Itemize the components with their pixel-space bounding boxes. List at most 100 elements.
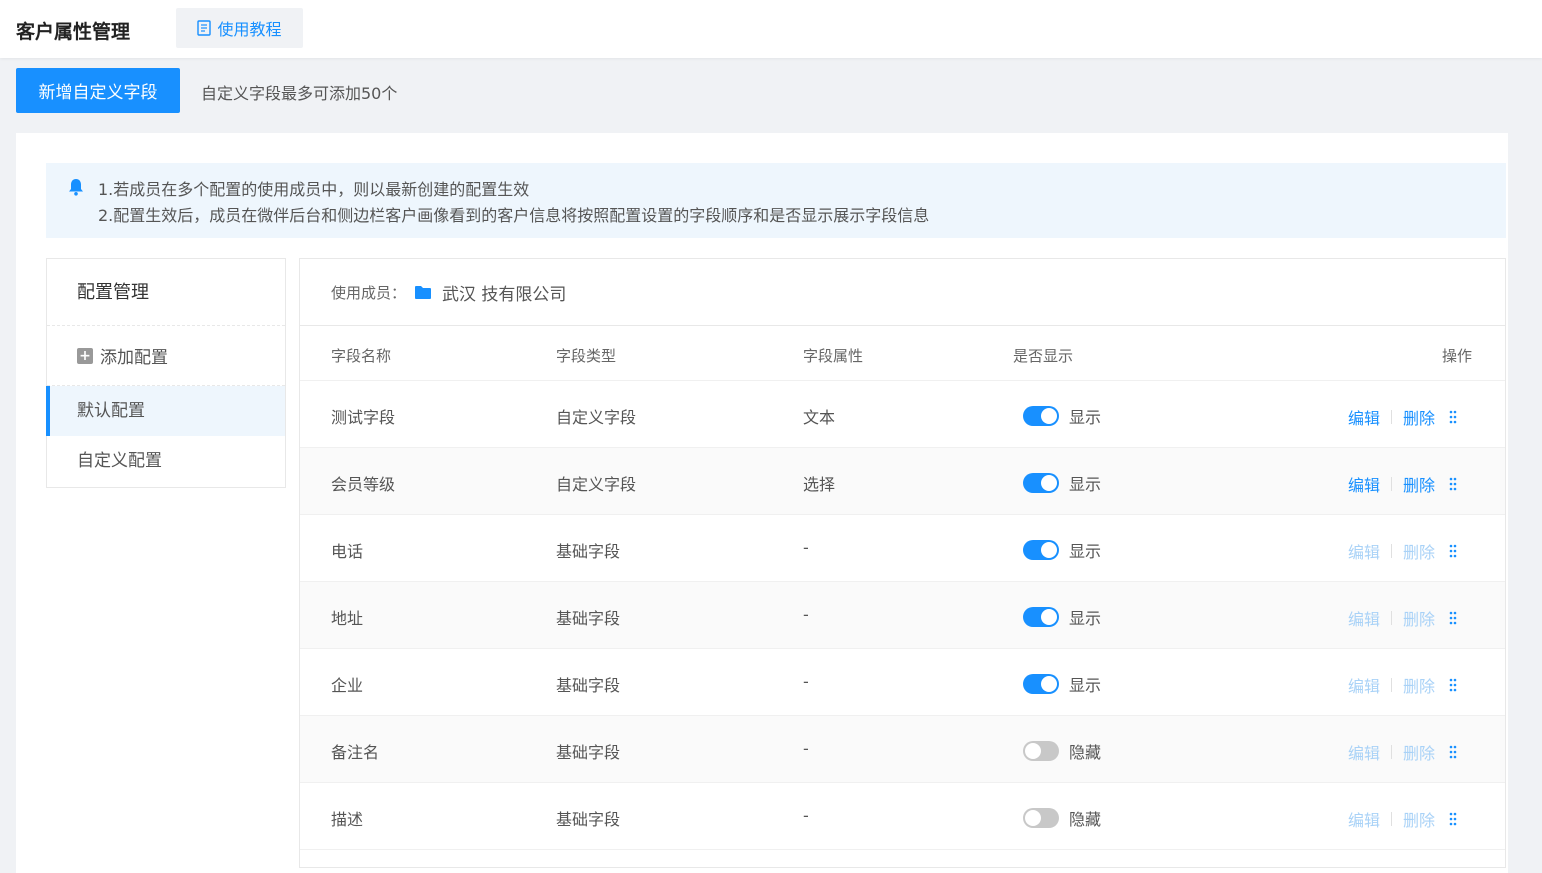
field-name: 地址 — [331, 609, 364, 628]
visibility-control: 显示 — [1023, 672, 1101, 696]
visibility-control: 隐藏 — [1023, 806, 1101, 830]
table-row: 会员等级 自定义字段 选择 显示 编辑 删除 — [300, 448, 1505, 515]
table-row: 测试字段 自定义字段 文本 显示 编辑 删除 — [300, 381, 1505, 448]
field-attr: - — [803, 605, 809, 624]
delete-button[interactable]: 删除 — [1403, 472, 1435, 496]
visibility-toggle[interactable] — [1023, 741, 1059, 761]
field-type: 基础字段 — [556, 609, 621, 628]
visibility-toggle[interactable] — [1023, 808, 1059, 828]
drag-handle-icon[interactable] — [1449, 611, 1457, 625]
tutorial-tab-label: 使用教程 — [217, 20, 282, 39]
edit-button[interactable]: 编辑 — [1348, 472, 1380, 496]
row-actions: 编辑 删除 — [1348, 740, 1457, 764]
visibility-toggle[interactable] — [1023, 406, 1059, 426]
action-divider — [1391, 410, 1393, 424]
visibility-status: 显示 — [1069, 408, 1102, 427]
delete-button[interactable]: 删除 — [1403, 606, 1435, 630]
notice-banner: 1.若成员在多个配置的使用成员中，则以最新创建的配置生效 2.配置生效后，成员在… — [46, 163, 1506, 238]
table-row: 备注名 基础字段 - 隐藏 编辑 删除 — [300, 716, 1505, 783]
plus-icon: + — [77, 347, 93, 364]
add-custom-field-button[interactable]: 新增自定义字段 — [16, 68, 180, 113]
config-panel: 配置管理 + 添加配置 默认配置 自定义配置 — [46, 258, 286, 488]
row-actions: 编辑 删除 — [1348, 539, 1457, 563]
field-name: 电话 — [331, 542, 364, 561]
tutorial-tab[interactable]: 使用教程 — [176, 8, 303, 48]
toggle-knob — [1041, 475, 1057, 491]
field-type: 基础字段 — [556, 743, 621, 762]
config-panel-title: 配置管理 — [47, 259, 285, 326]
edit-button[interactable]: 编辑 — [1348, 606, 1380, 630]
drag-handle-icon[interactable] — [1449, 812, 1457, 826]
field-name: 描述 — [331, 810, 364, 829]
row-actions: 编辑 删除 — [1348, 807, 1457, 831]
delete-button[interactable]: 删除 — [1403, 740, 1435, 764]
delete-button[interactable]: 删除 — [1403, 405, 1435, 429]
action-divider — [1391, 812, 1393, 826]
field-attr: 选择 — [803, 475, 836, 494]
edit-button[interactable]: 编辑 — [1348, 807, 1380, 831]
config-item-default[interactable]: 默认配置 — [46, 386, 285, 436]
edit-button[interactable]: 编辑 — [1348, 405, 1380, 429]
row-actions: 编辑 删除 — [1348, 472, 1457, 496]
toggle-knob — [1041, 676, 1057, 692]
visibility-status: 显示 — [1069, 609, 1102, 628]
page-title: 客户属性管理 — [16, 21, 131, 43]
edit-button[interactable]: 编辑 — [1348, 740, 1380, 764]
field-name: 测试字段 — [331, 408, 396, 427]
header-visible: 是否显示 — [1013, 347, 1074, 365]
toggle-knob — [1041, 408, 1057, 424]
visibility-toggle[interactable] — [1023, 473, 1059, 493]
drag-handle-icon[interactable] — [1449, 477, 1457, 491]
edit-button[interactable]: 编辑 — [1348, 673, 1380, 697]
top-bar: 客户属性管理 使用教程 — [0, 0, 1542, 58]
table-row: 地址 基础字段 - 显示 编辑 删除 — [300, 582, 1505, 649]
delete-button[interactable]: 删除 — [1403, 673, 1435, 697]
visibility-toggle[interactable] — [1023, 674, 1059, 694]
visibility-control: 显示 — [1023, 605, 1101, 629]
drag-handle-icon[interactable] — [1449, 745, 1457, 759]
field-table-panel: 使用成员： 武汉 技有限公司 字段名称 字段类型 字段属性 是否显示 操作 测试… — [299, 258, 1506, 868]
visibility-toggle[interactable] — [1023, 607, 1059, 627]
header-field-attr: 字段属性 — [803, 347, 864, 365]
visibility-status: 显示 — [1069, 676, 1102, 695]
action-divider — [1391, 678, 1393, 692]
edit-button[interactable]: 编辑 — [1348, 539, 1380, 563]
toggle-knob — [1025, 743, 1041, 759]
table-row: 企业 基础字段 - 显示 编辑 删除 — [300, 649, 1505, 716]
field-limit-hint: 自定义字段最多可添加50个 — [201, 84, 398, 103]
drag-handle-icon[interactable] — [1449, 544, 1457, 558]
action-divider — [1391, 477, 1393, 491]
header-field-type: 字段类型 — [556, 347, 617, 365]
add-config-button[interactable]: + 添加配置 — [47, 326, 285, 386]
field-attr: - — [803, 739, 809, 758]
drag-handle-icon[interactable] — [1449, 678, 1457, 692]
field-type: 基础字段 — [556, 676, 621, 695]
table-body: 测试字段 自定义字段 文本 显示 编辑 删除 会员等级 自定义字段 选择 显示 编辑 删除 电话 基础字段… — [300, 381, 1505, 850]
field-attr: - — [803, 806, 809, 825]
visibility-toggle[interactable] — [1023, 540, 1059, 560]
table-header: 字段名称 字段类型 字段属性 是否显示 操作 — [300, 326, 1505, 381]
drag-handle-icon[interactable] — [1449, 410, 1457, 424]
member-value: 武汉 技有限公司 — [442, 284, 567, 305]
delete-button[interactable]: 删除 — [1403, 539, 1435, 563]
field-name: 备注名 — [331, 743, 380, 762]
field-type: 自定义字段 — [556, 408, 637, 427]
visibility-control: 显示 — [1023, 471, 1101, 495]
visibility-status: 隐藏 — [1069, 810, 1102, 829]
toggle-knob — [1041, 609, 1057, 625]
header-actions: 操作 — [1442, 347, 1473, 365]
toggle-knob — [1041, 542, 1057, 558]
table-row: 电话 基础字段 - 显示 编辑 删除 — [300, 515, 1505, 582]
header-field-name: 字段名称 — [331, 347, 392, 365]
member-label: 使用成员： — [331, 283, 407, 302]
delete-button[interactable]: 删除 — [1403, 807, 1435, 831]
field-name: 企业 — [331, 676, 364, 695]
field-attr: - — [803, 538, 809, 557]
visibility-control: 隐藏 — [1023, 739, 1101, 763]
bell-icon — [69, 179, 83, 196]
config-item-custom[interactable]: 自定义配置 — [47, 436, 285, 486]
notice-line-1: 1.若成员在多个配置的使用成员中，则以最新创建的配置生效 — [98, 180, 530, 199]
field-type: 自定义字段 — [556, 475, 637, 494]
action-divider — [1391, 745, 1393, 759]
add-config-label: 添加配置 — [100, 348, 168, 368]
